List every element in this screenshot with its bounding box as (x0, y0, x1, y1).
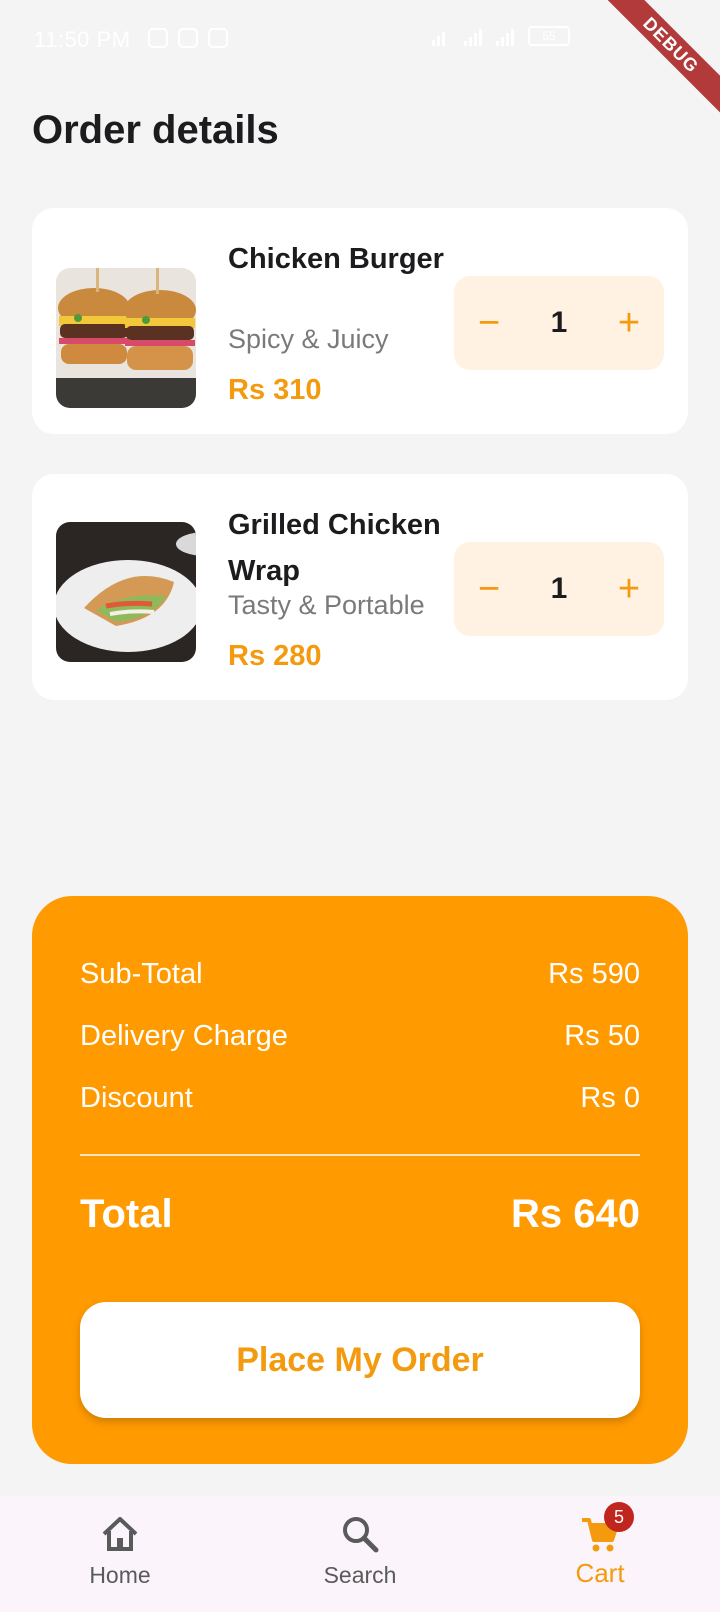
place-order-button[interactable]: Place My Order (80, 1302, 640, 1418)
increase-quantity-button[interactable]: + (594, 276, 664, 370)
nav-search[interactable]: Search (280, 1496, 440, 1612)
subtotal-row: Sub-Total Rs 590 (80, 958, 640, 991)
burger-image (56, 268, 196, 408)
order-summary-panel: Sub-Total Rs 590 Delivery Charge Rs 50 D… (32, 896, 688, 1464)
snapchat-icon (148, 28, 168, 48)
signal-icon-2 (496, 26, 518, 46)
summary-divider (80, 1154, 640, 1156)
nav-search-label: Search (323, 1562, 397, 1588)
nav-home-label: Home (89, 1562, 151, 1588)
signal-icon (464, 26, 486, 46)
item-name: Grilled Chicken Wrap (228, 509, 441, 587)
system-icons: 55 (432, 26, 570, 46)
nav-cart[interactable]: 5 Cart (520, 1496, 680, 1612)
total-row: Total Rs 640 (80, 1192, 640, 1237)
notification-icons (148, 28, 228, 48)
page-title: Order details (32, 108, 279, 152)
nav-cart-label: Cart (575, 1558, 625, 1588)
wifi-icon (432, 26, 454, 46)
decrease-quantity-button[interactable]: − (454, 542, 524, 636)
item-description: Tasty & Portable (228, 590, 425, 620)
status-bar: 11:50 PM 55 (0, 0, 720, 80)
subtotal-label: Sub-Total (80, 958, 203, 990)
subtotal-value: Rs 590 (548, 958, 640, 990)
total-label: Total (80, 1192, 173, 1236)
item-price: Rs 280 (228, 640, 322, 672)
cart-count-badge: 5 (604, 1502, 634, 1532)
quantity-value: 1 (550, 306, 568, 339)
quantity-stepper: − 1 + (454, 276, 664, 370)
item-description: Spicy & Juicy (228, 324, 389, 354)
wrap-image (56, 522, 196, 662)
order-item-card: Grilled Chicken Wrap Tasty & Portable Rs… (32, 474, 688, 700)
delivery-charge-value: Rs 50 (564, 1020, 640, 1052)
nav-home[interactable]: Home (40, 1496, 200, 1612)
discount-value: Rs 0 (580, 1082, 640, 1114)
search-icon (343, 1517, 379, 1553)
home-icon (102, 1517, 138, 1551)
increase-quantity-button[interactable]: + (594, 542, 664, 636)
battery-icon: 55 (528, 26, 570, 46)
total-value: Rs 640 (511, 1192, 640, 1236)
item-name: Chicken Burger (228, 243, 444, 275)
status-time: 11:50 PM (34, 27, 131, 52)
decrease-quantity-button[interactable]: − (454, 276, 524, 370)
discount-label: Discount (80, 1082, 193, 1114)
discount-row: Discount Rs 0 (80, 1082, 640, 1115)
order-item-card: Chicken Burger Spicy & Juicy Rs 310 − 1 … (32, 208, 688, 434)
app-notification-icon (208, 28, 228, 48)
quantity-value: 1 (550, 572, 568, 605)
delivery-charge-row: Delivery Charge Rs 50 (80, 1020, 640, 1053)
item-price: Rs 310 (228, 374, 322, 406)
quantity-stepper: − 1 + (454, 542, 664, 636)
instagram-icon (178, 28, 198, 48)
delivery-charge-label: Delivery Charge (80, 1020, 288, 1052)
bottom-navigation: Home Search 5 Cart (0, 1496, 720, 1612)
